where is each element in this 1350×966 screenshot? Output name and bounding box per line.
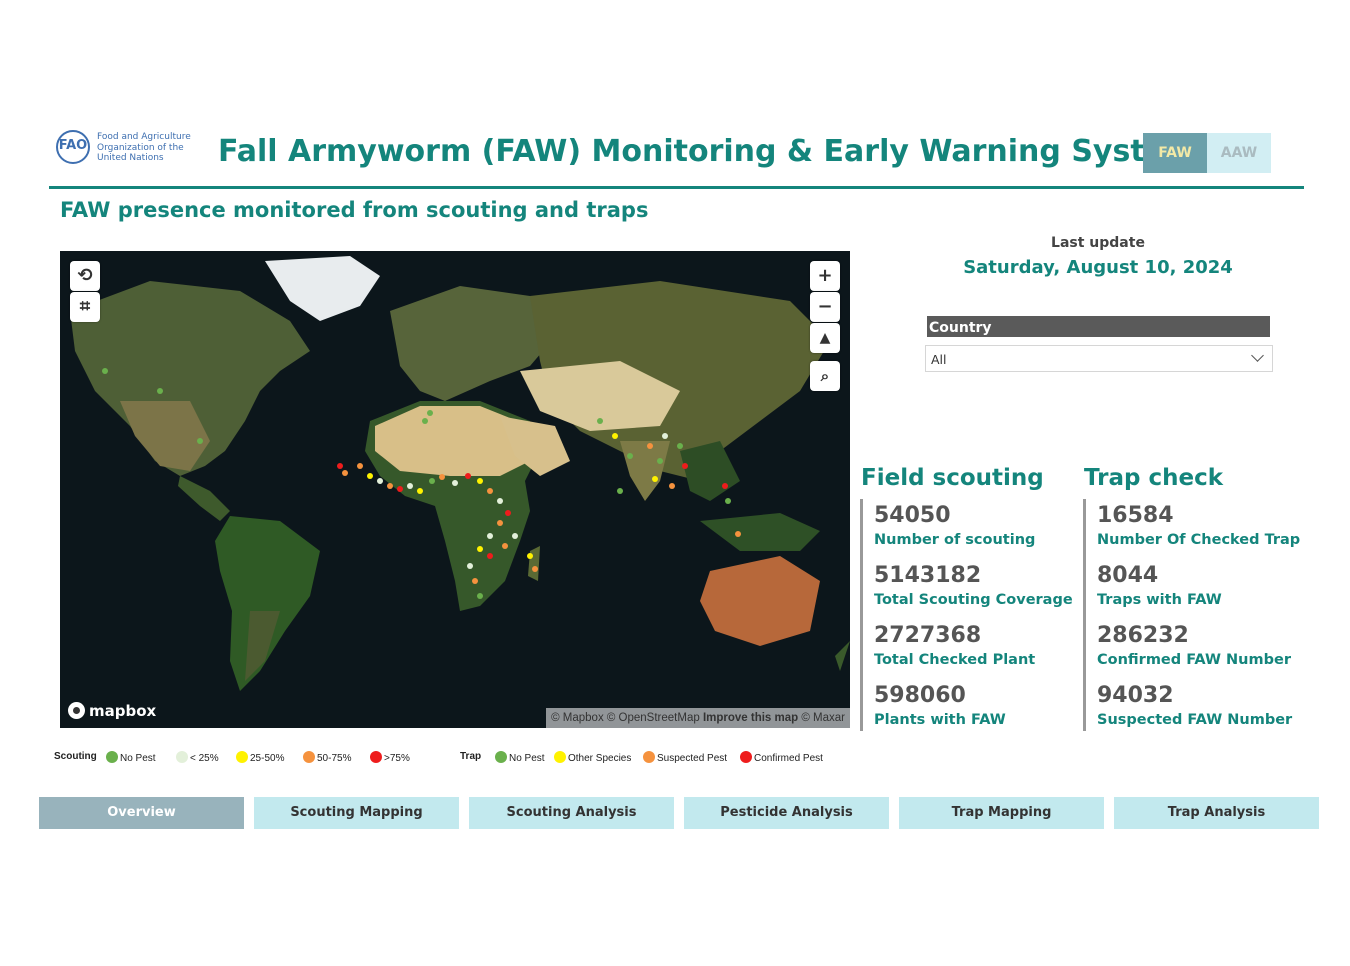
kpi-divider <box>1083 499 1086 731</box>
legend-dot-icon <box>643 751 655 763</box>
tab-pesticide-analysis[interactable]: Pesticide Analysis <box>684 797 889 829</box>
zoom-out-button[interactable]: − <box>810 292 840 322</box>
legend-trap-title: Trap <box>460 751 482 762</box>
kpi-label: Total Checked Plant <box>874 652 1036 668</box>
country-filter-label: Country <box>927 316 1270 337</box>
legend-item: 25-50% <box>236 751 284 764</box>
mapbox-logo[interactable]: mapbox <box>68 702 156 720</box>
kpi-value: 8044 <box>1097 563 1159 588</box>
fao-emblem-icon: FAO <box>56 130 90 164</box>
last-update-date: Saturday, August 10, 2024 <box>963 257 1233 278</box>
kpi-value: 286232 <box>1097 623 1189 648</box>
logo-text-line: Organization of the <box>97 142 184 153</box>
tab-overview[interactable]: Overview <box>39 797 244 829</box>
legend-dot-icon <box>370 751 382 763</box>
improve-map-link[interactable]: Improve this map <box>703 712 798 724</box>
legend-item: No Pest <box>106 751 156 764</box>
legend-item: < 25% <box>176 751 219 764</box>
zoom-in-button[interactable]: + <box>810 261 840 291</box>
world-map[interactable]: ⟲ ⌗ + − ▲ ⌕ mapbox © Mapbox © OpenStreet… <box>60 251 850 728</box>
map-search-icon[interactable]: ⌕ <box>810 361 840 391</box>
chevron-down-icon <box>1251 349 1264 362</box>
map-attribution: © Mapbox © OpenStreetMap Improve this ma… <box>546 708 850 728</box>
country-selected-value: All <box>931 352 947 367</box>
legend-item: Other Species <box>554 751 631 764</box>
kpi-label: Number Of Checked Trap <box>1097 532 1301 548</box>
legend-dot-icon <box>740 751 752 763</box>
lasso-select-icon[interactable]: ⟲ <box>70 261 100 291</box>
tab-trap-analysis[interactable]: Trap Analysis <box>1114 797 1319 829</box>
map-legend: Scouting No Pest < 25% 25-50% 50-75% >75… <box>54 749 854 767</box>
legend-dot-icon <box>303 751 315 763</box>
legend-dot-icon <box>106 751 118 763</box>
legend-dot-icon <box>495 751 507 763</box>
kpi-label: Traps with FAW <box>1097 592 1222 608</box>
legend-scouting-title: Scouting <box>54 751 97 762</box>
kpi-value: 54050 <box>874 503 951 528</box>
tab-scouting-analysis[interactable]: Scouting Analysis <box>469 797 674 829</box>
legend-item: Suspected Pest <box>643 751 727 764</box>
section-subtitle: FAW presence monitored from scouting and… <box>60 198 649 222</box>
kpi-value: 5143182 <box>874 563 982 588</box>
legend-item: No Pest <box>495 751 545 764</box>
attribution-text: © Mapbox © OpenStreetMap <box>551 712 700 724</box>
logo-text-line: Food and Agriculture <box>97 132 191 142</box>
fao-logo: FAO Food and Agriculture Organization of… <box>56 128 191 168</box>
aaw-toggle-button[interactable]: AAW <box>1207 133 1271 173</box>
tab-trap-mapping[interactable]: Trap Mapping <box>899 797 1104 829</box>
map-satellite-layer <box>60 251 850 728</box>
legend-item: 50-75% <box>303 751 351 764</box>
header-divider <box>49 186 1304 189</box>
field-scouting-title: Field scouting <box>861 465 1044 491</box>
kpi-label: Plants with FAW <box>874 712 1006 728</box>
legend-dot-icon <box>176 751 188 763</box>
page-title: Fall Armyworm (FAW) Monitoring & Early W… <box>218 134 1197 169</box>
attribution-text: © Maxar <box>801 712 845 724</box>
legend-dot-icon <box>236 751 248 763</box>
faw-toggle-button[interactable]: FAW <box>1143 133 1207 173</box>
rectangle-select-icon[interactable]: ⌗ <box>70 292 100 322</box>
compass-reset-button[interactable]: ▲ <box>810 323 840 353</box>
kpi-label: Total Scouting Coverage <box>874 592 1073 608</box>
kpi-label: Suspected FAW Number <box>1097 712 1293 728</box>
kpi-label: Confirmed FAW Number <box>1097 652 1291 668</box>
legend-item: >75% <box>370 751 410 764</box>
kpi-value: 16584 <box>1097 503 1174 528</box>
kpi-value: 598060 <box>874 683 966 708</box>
last-update-label: Last update <box>1051 235 1145 251</box>
mapbox-icon <box>68 702 85 719</box>
trap-check-title: Trap check <box>1084 465 1224 491</box>
kpi-value: 2727368 <box>874 623 982 648</box>
tab-scouting-mapping[interactable]: Scouting Mapping <box>254 797 459 829</box>
legend-dot-icon <box>554 751 566 763</box>
legend-item: Confirmed Pest <box>740 751 823 764</box>
kpi-divider <box>860 499 863 731</box>
kpi-value: 94032 <box>1097 683 1174 708</box>
kpi-label: Number of scouting <box>874 532 1036 548</box>
country-dropdown[interactable]: All <box>925 345 1273 372</box>
logo-text-line: United Nations <box>97 153 164 163</box>
